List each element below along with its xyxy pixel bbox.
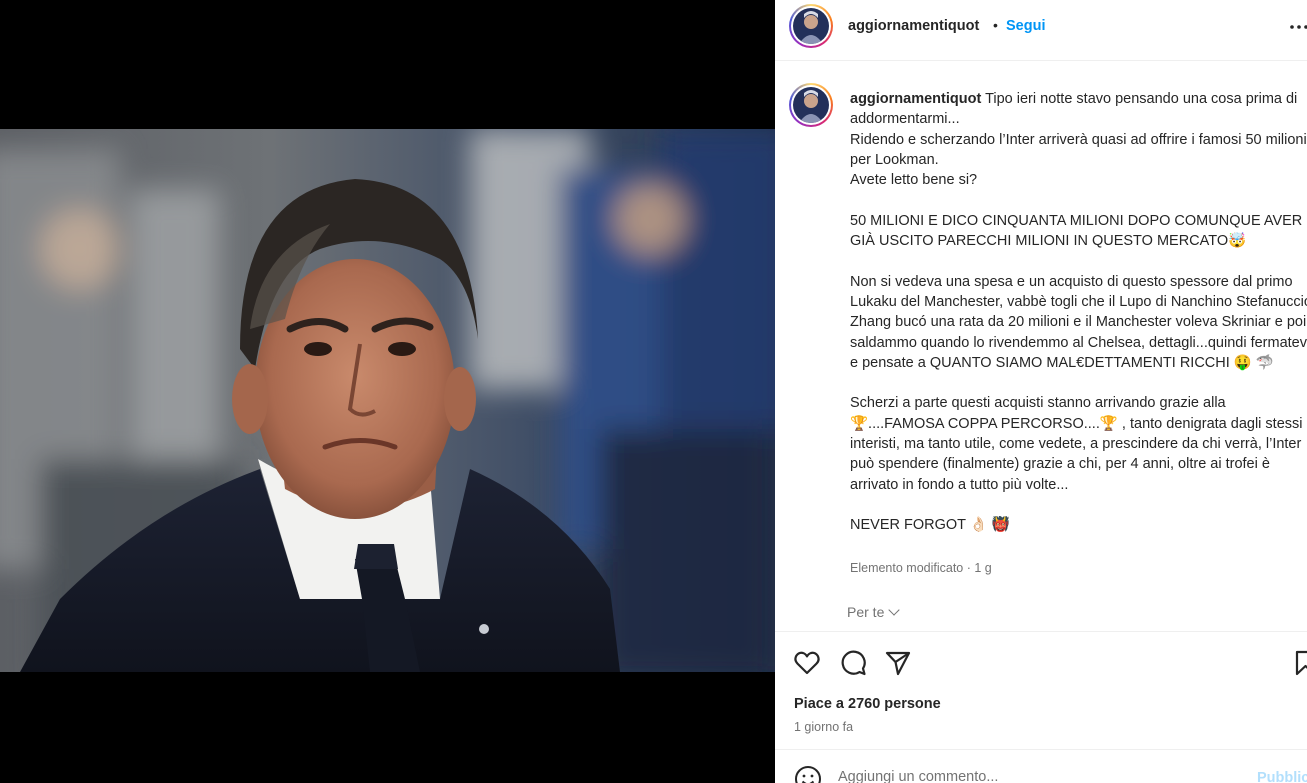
post-username[interactable]: aggiornamentiquot [848, 18, 979, 34]
follow-button[interactable]: Segui [1006, 18, 1045, 34]
post-side-panel: aggiornamentiquot • Segui aggiornamentiq… [775, 0, 1307, 783]
comments-scroll-area[interactable]: aggiornamentiquot Tipo ieri notte stavo … [775, 62, 1307, 630]
likes-count[interactable]: Piace a 2760 persone [794, 696, 941, 712]
caption-username[interactable]: aggiornamentiquot [850, 91, 981, 107]
bookmark-icon[interactable] [1294, 649, 1307, 677]
post-header: aggiornamentiquot • Segui [775, 0, 1307, 61]
translation-toggle[interactable]: Per te [847, 604, 901, 620]
avatar-image [793, 8, 829, 44]
emoji-icon[interactable] [794, 765, 822, 783]
coach-portrait-image [0, 129, 775, 672]
share-send-icon[interactable] [884, 649, 912, 677]
comment-icon[interactable] [839, 649, 867, 677]
post-actions: Piace a 2760 persone 1 giorno fa [775, 631, 1307, 749]
comment-input[interactable] [838, 769, 1238, 783]
avatar-image [793, 87, 829, 123]
post-caption: aggiornamentiquot Tipo ieri notte stavo … [850, 89, 1307, 536]
more-options-icon[interactable] [1288, 16, 1307, 38]
comment-composer: Pubblica [775, 749, 1307, 783]
heart-icon[interactable] [793, 649, 821, 677]
user-avatar[interactable] [789, 4, 833, 48]
post-timestamp[interactable]: 1 giorno fa [794, 720, 853, 734]
media-viewer [0, 0, 775, 783]
separator-dot: • [993, 17, 998, 33]
post-photo[interactable] [0, 129, 775, 672]
chevron-down-icon [888, 604, 901, 616]
translation-label: Per te [847, 604, 885, 620]
caption-body: Tipo ieri notte stavo pensando una cosa … [850, 91, 1307, 534]
publish-button[interactable]: Pubblica [1257, 770, 1307, 783]
caption-author-avatar[interactable] [789, 83, 833, 127]
caption-edited-meta: Elemento modificato · 1 g [850, 561, 992, 575]
